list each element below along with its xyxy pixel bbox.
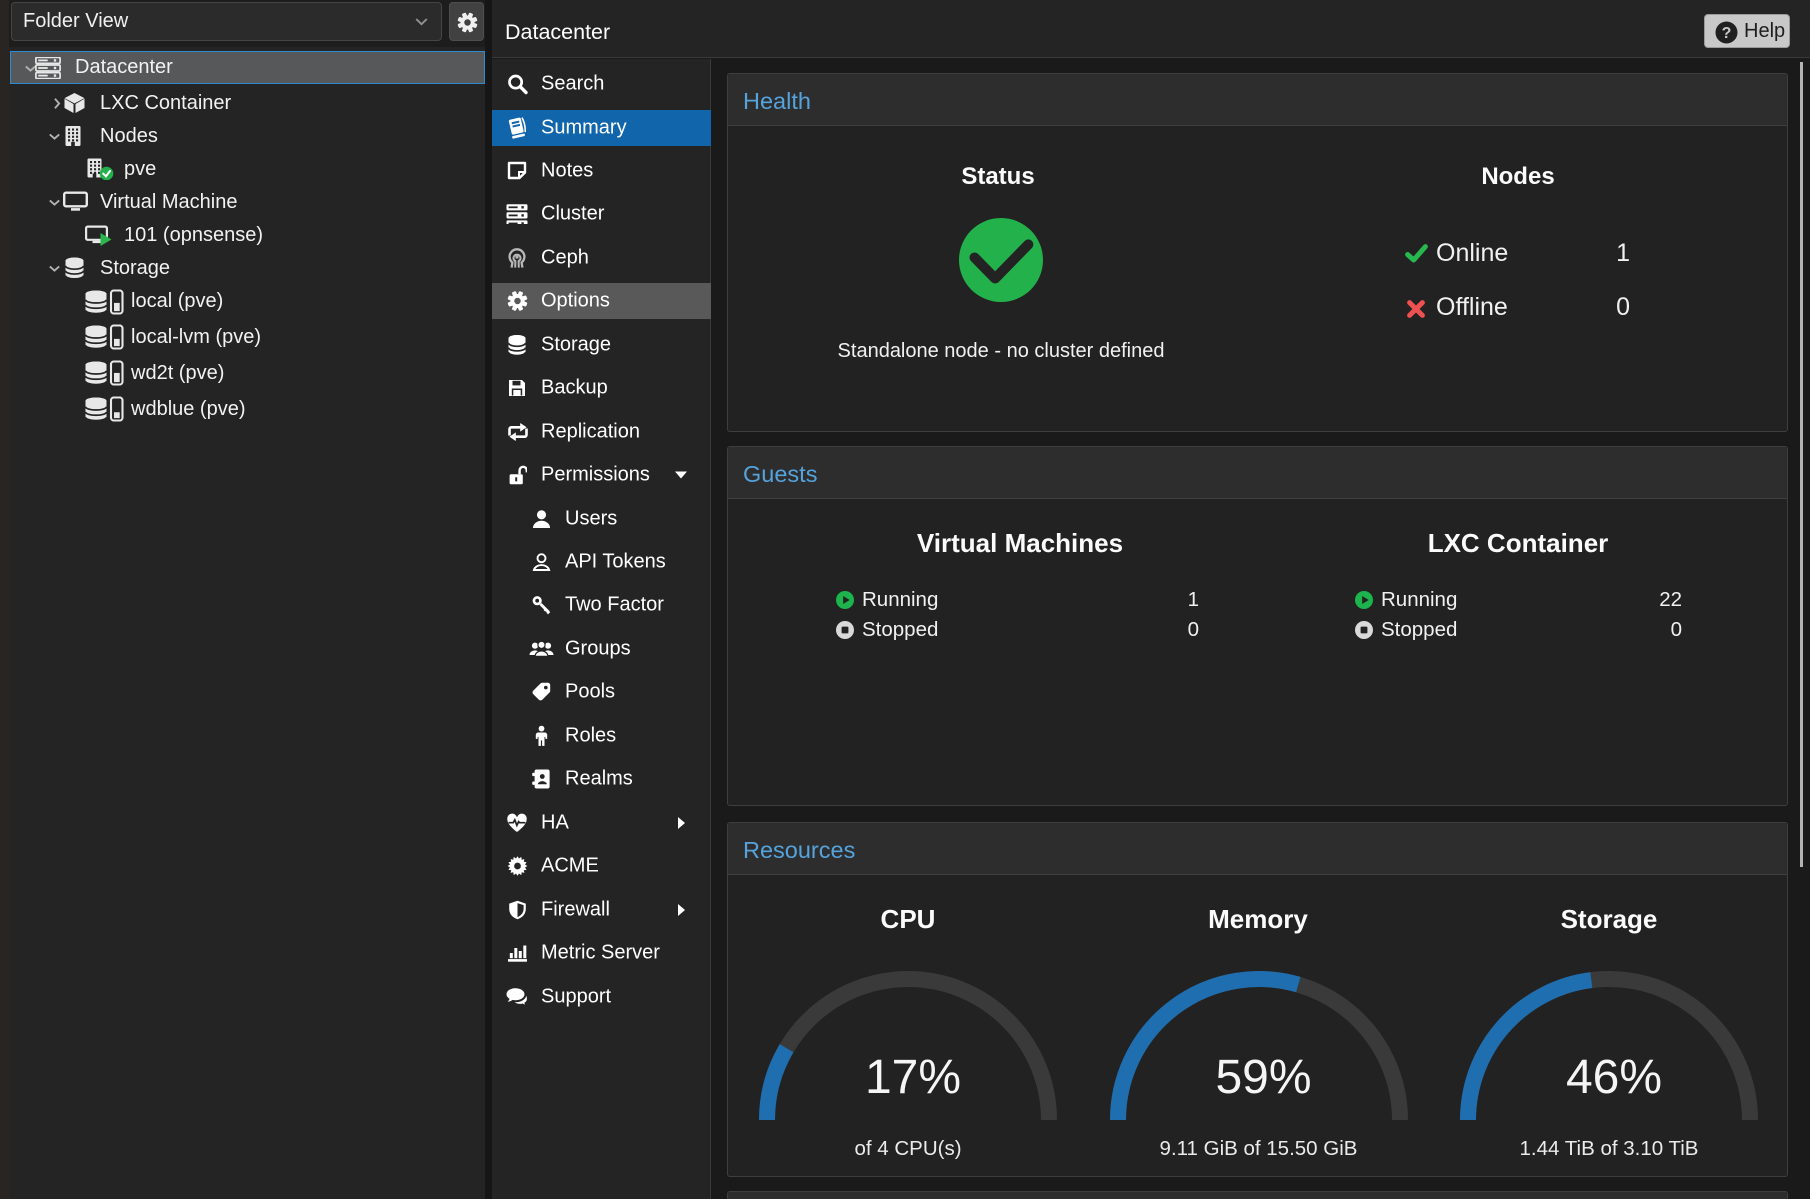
svg-text:?: ? xyxy=(1722,25,1732,42)
